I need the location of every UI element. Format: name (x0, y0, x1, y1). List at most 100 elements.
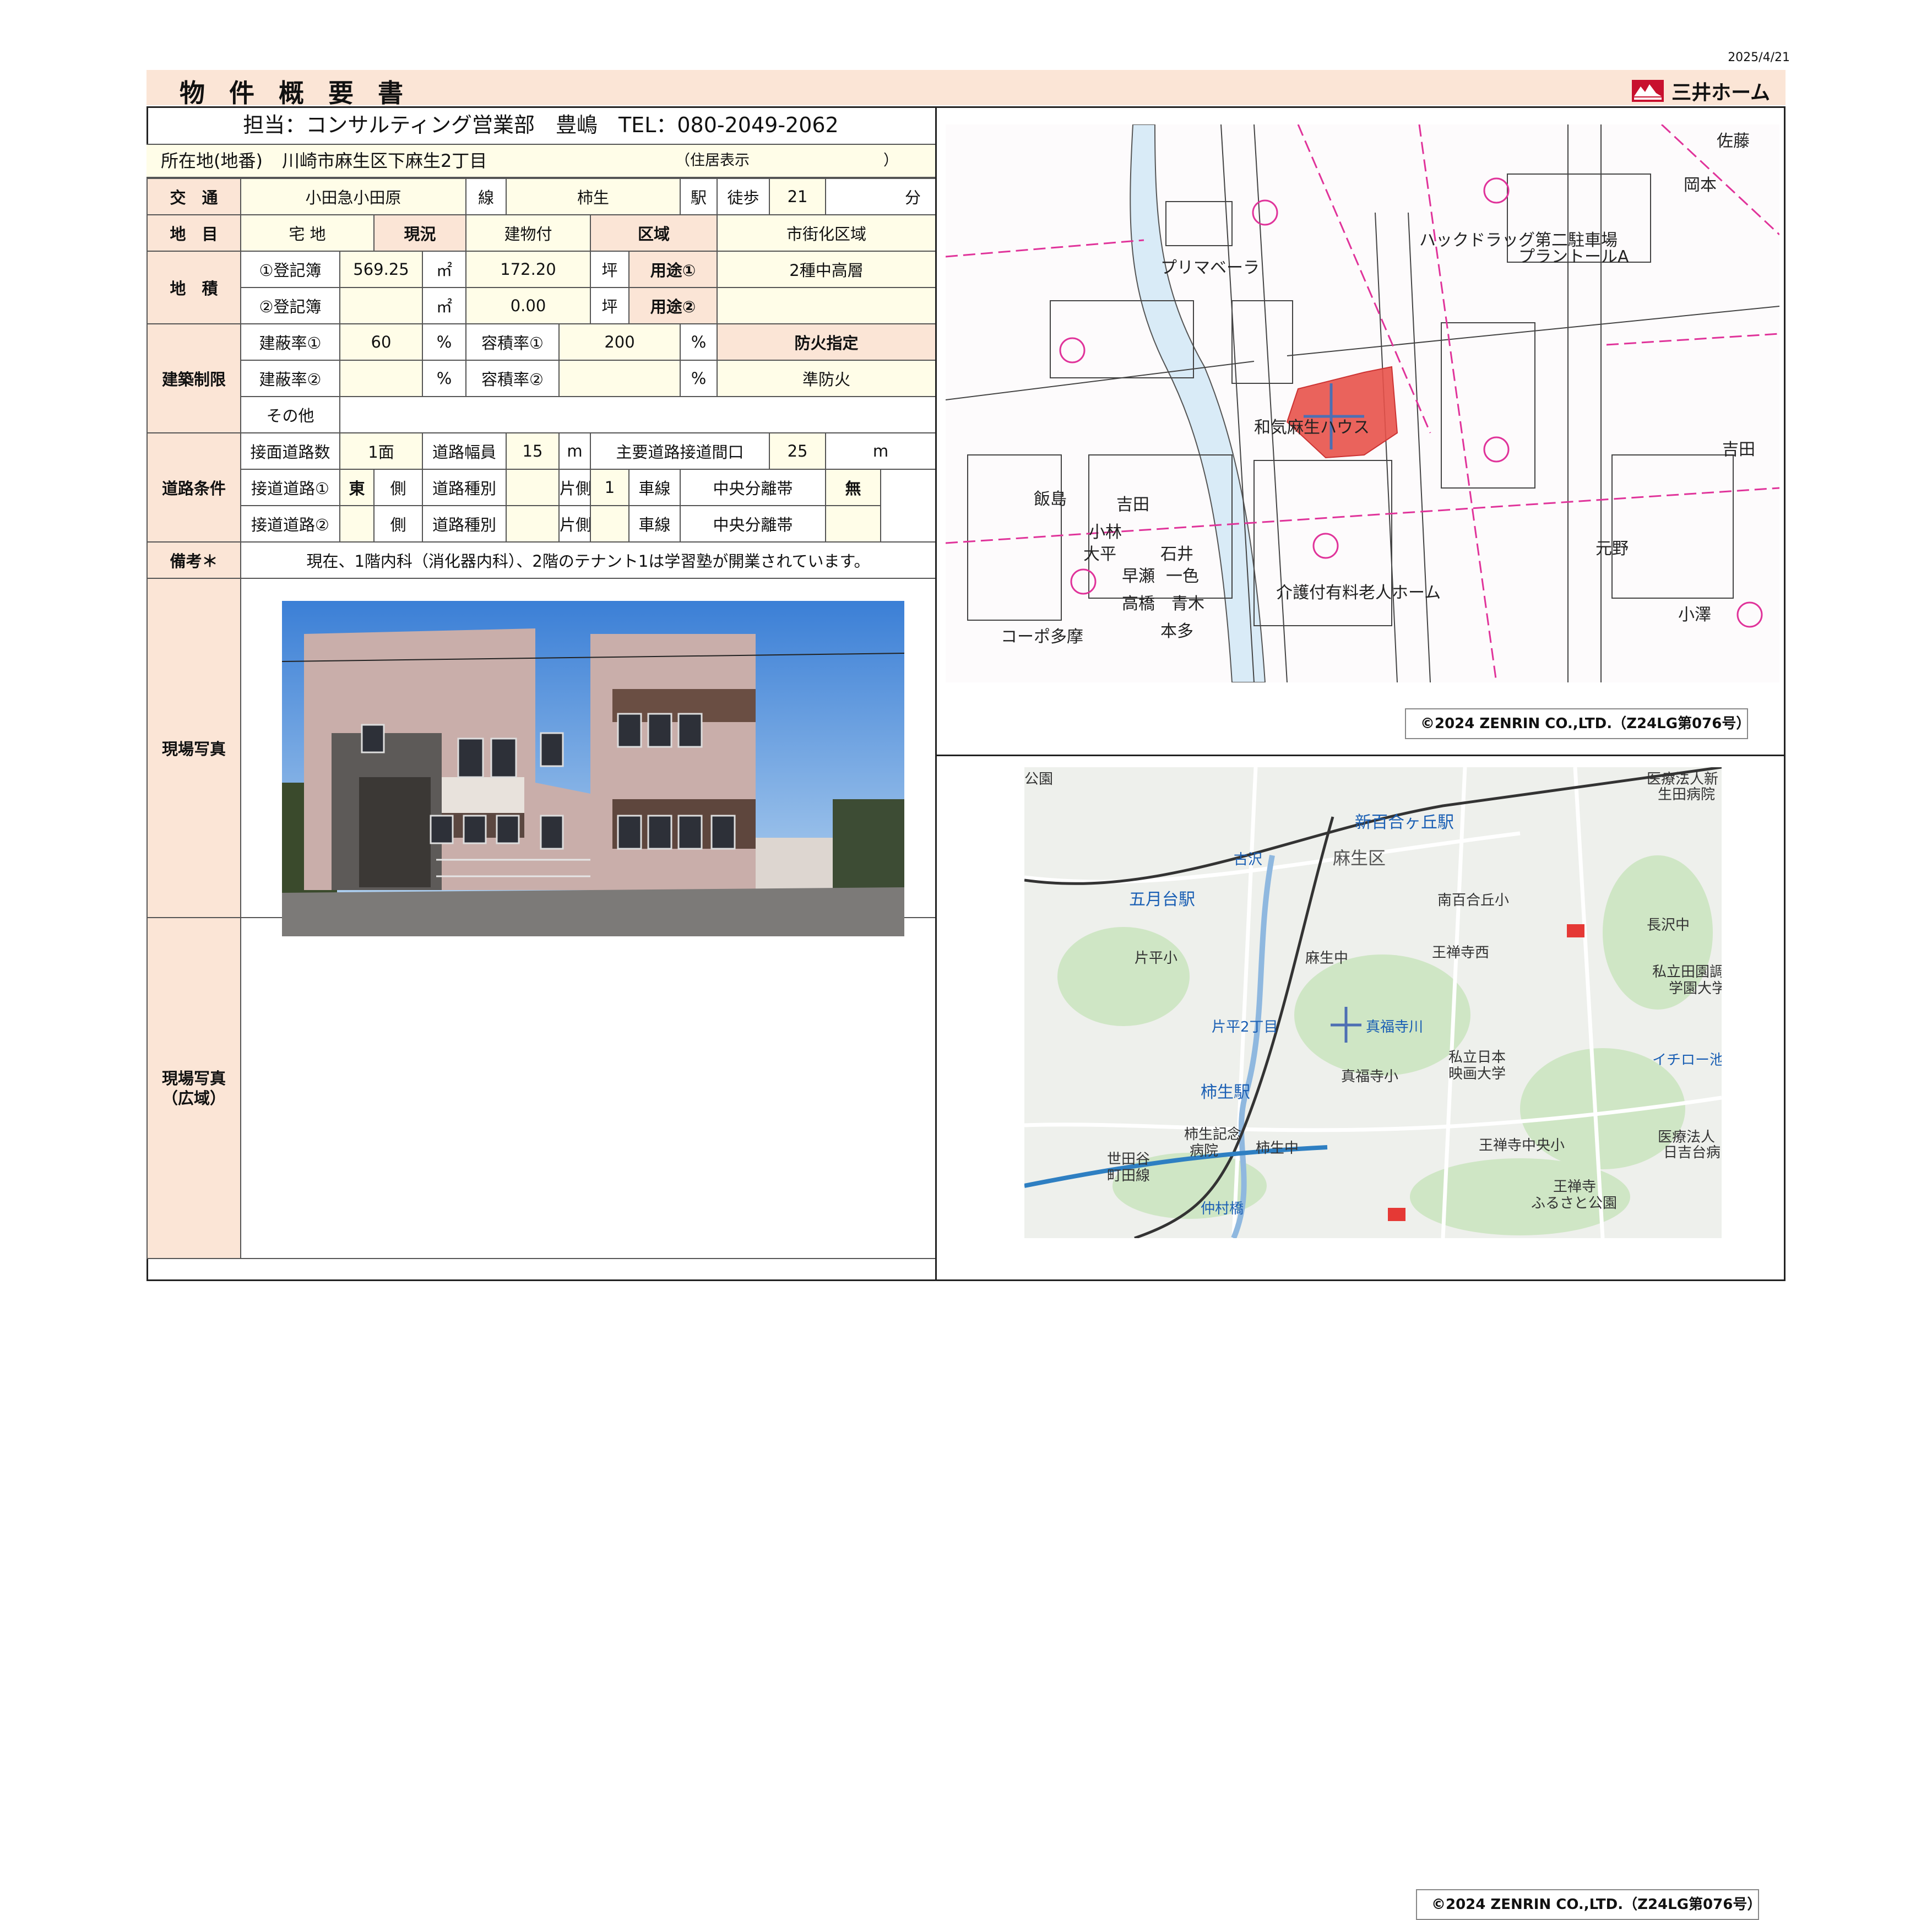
road1-label: 接道道路① (240, 469, 340, 506)
coverage2-value (339, 360, 423, 397)
road2-lane-label: 車線 (628, 505, 681, 543)
road1-oneside-label: 片側 (558, 469, 591, 506)
wide-photo-row: 現場写真 （広域） (146, 917, 937, 1259)
svg-text:ふるさと公園: ふるさと公園 (1531, 1195, 1617, 1212)
coverage1-value: 60 (339, 323, 423, 361)
frontage-label: 主要道路接道間口 (589, 432, 770, 470)
svg-text:吉田: 吉田 (1116, 495, 1149, 514)
road2-median-value (825, 505, 882, 543)
address-row: 所在地(地番) 川崎市麻生区下麻生2丁目 （住居表示 ） (146, 144, 935, 178)
area-row1-sqm-unit: ㎡ (422, 251, 466, 288)
svg-text:学園大学: 学園大学 (1669, 980, 1722, 997)
use2-value (717, 287, 937, 324)
land-category-row: 地 目 宅 地 現況 建物付 区域 市街化区域 (146, 214, 937, 252)
land-category-value: 宅 地 (240, 214, 375, 252)
station-name: 柿生 (505, 178, 681, 215)
area-row1-sqm: 569.25 (339, 251, 423, 288)
date: 2025/4/21 (1728, 51, 1790, 64)
svg-text:私立日本: 私立日本 (1448, 1049, 1506, 1066)
svg-text:岡本: 岡本 (1684, 176, 1717, 195)
use1-label: 用途① (628, 251, 718, 288)
svg-text:和気麻生ハウス: 和気麻生ハウス (1254, 418, 1370, 437)
restrictions-label: 建築制限 (146, 323, 241, 433)
logo-icon (1632, 80, 1664, 102)
address-hint: （住居表示 ） (675, 152, 898, 169)
svg-text:公園: 公園 (1024, 771, 1053, 788)
far1-value: 200 (558, 323, 681, 361)
svg-text:プラントールA: プラントールA (1518, 247, 1629, 267)
restriction-row-2: 建蔽率② % 容積率② % 準防火 (147, 360, 937, 397)
road1-median-value: 無 (825, 469, 882, 506)
area-label: 地 積 (146, 251, 241, 324)
road-count-label: 接面道路数 (240, 432, 340, 470)
remarks-row: 備考＊ 現在、1階内科（消化器内科）、2階のテナント1は学習塾が開業されています… (146, 541, 937, 579)
road2-type-label: 道路種別 (422, 505, 507, 543)
road-label: 道路条件 (146, 432, 241, 543)
svg-text:町田線: 町田線 (1107, 1168, 1150, 1184)
road2-direction (339, 505, 375, 543)
svg-text:麻生区: 麻生区 (1333, 848, 1386, 869)
photo-label: 現場写真 (146, 578, 241, 918)
traffic-row: 交 通 小田急小田原 線 柿生 駅 徒歩 21 分 (146, 178, 937, 215)
svg-text:王禅寺西: 王禅寺西 (1432, 945, 1489, 961)
svg-text:飯島: 飯島 (1034, 490, 1067, 509)
status-label: 現況 (373, 214, 466, 252)
svg-text:日吉台病: 日吉台病 (1663, 1145, 1721, 1161)
remarks-text: 現在、1階内科（消化器内科）、2階のテナント1は学習塾が開業されています。 (240, 541, 937, 579)
far1-unit: % (680, 323, 718, 361)
svg-text:本多: 本多 (1160, 622, 1193, 641)
site-photo (282, 601, 904, 936)
svg-text:片平2丁目: 片平2丁目 (1212, 1019, 1278, 1035)
detail-map-section: プリマベーラ ハックドラッグ第二駐車場 プラントールA 岡本 和気麻生ハウス 介… (937, 106, 1786, 756)
svg-text:麻生中: 麻生中 (1305, 950, 1348, 967)
area-row1-tsubo-unit: 坪 (590, 251, 629, 288)
road2-type-value (506, 505, 560, 543)
svg-text:真福寺川: 真福寺川 (1366, 1019, 1423, 1035)
svg-text:青木: 青木 (1171, 594, 1204, 614)
svg-text:仲村橋: 仲村橋 (1201, 1201, 1244, 1217)
area-row1-label: ①登記簿 (240, 251, 340, 288)
logo-text: 三井ホーム (1671, 82, 1770, 104)
road-width-value: 15 (506, 432, 560, 470)
road2-oneside-label: 片側 (558, 505, 591, 543)
maps-column: プリマベーラ ハックドラッグ第二駐車場 プラントールA 岡本 和気麻生ハウス 介… (935, 106, 1786, 1920)
svg-text:柿生中: 柿生中 (1256, 1140, 1299, 1157)
svg-text:古沢: 古沢 (1234, 851, 1262, 868)
other-label: その他 (240, 396, 340, 433)
road1-side: 側 (373, 469, 423, 506)
svg-text:元野: 元野 (1595, 539, 1629, 558)
svg-text:病院: 病院 (1190, 1143, 1218, 1159)
road1-type-value (506, 469, 560, 506)
road1-lanes: 1 (590, 469, 629, 506)
svg-text:医療法人: 医療法人 (1658, 1129, 1715, 1146)
line-label: 線 (465, 178, 507, 215)
svg-text:生田病院: 生田病院 (1658, 787, 1715, 803)
zone-value: 市街化区域 (717, 214, 937, 252)
svg-text:コーポ多摩: コーポ多摩 (1001, 627, 1083, 647)
coverage1-unit: % (422, 323, 466, 361)
area-row2-sqm (339, 287, 423, 324)
land-category-label: 地 目 (146, 214, 241, 252)
svg-text:一色: 一色 (1166, 567, 1199, 586)
far2-label: 容積率② (465, 360, 560, 397)
detail-map: プリマベーラ ハックドラッグ第二駐車場 プラントールA 岡本 和気麻生ハウス 介… (946, 124, 1779, 682)
frontage-value: 25 (769, 432, 827, 470)
road-row-3: 接道道路② 側 道路種別 片側 車線 中央分離帯 (147, 505, 936, 543)
area-map-copyright: ©2024 ZENRIN CO.,LTD.（Z24LG第076号） (1416, 1889, 1761, 1920)
svg-text:早瀬: 早瀬 (1122, 567, 1155, 586)
svg-text:吉田: 吉田 (1722, 440, 1755, 459)
walk-label: 徒歩 (717, 178, 770, 215)
svg-text:医療法人新: 医療法人新 (1647, 771, 1718, 788)
road2-median-label: 中央分離帯 (680, 505, 827, 543)
line-name: 小田急小田原 (240, 178, 466, 215)
title-bar: 物 件 概 要 書 三井ホーム (146, 70, 1786, 108)
road1-type-label: 道路種別 (422, 469, 507, 506)
minutes-label: 分 (825, 178, 937, 215)
coverage2-label: 建蔽率② (240, 360, 340, 397)
fire-value: 準防火 (717, 360, 937, 397)
far2-value (558, 360, 681, 397)
svg-text:プリマベーラ: プリマベーラ (1160, 258, 1260, 278)
property-table: 担当：コンサルティング営業部 豊嶋 TEL：080-2049-2062 所在地(… (146, 106, 937, 1281)
svg-text:小林: 小林 (1089, 523, 1122, 542)
road2-side: 側 (373, 505, 423, 543)
